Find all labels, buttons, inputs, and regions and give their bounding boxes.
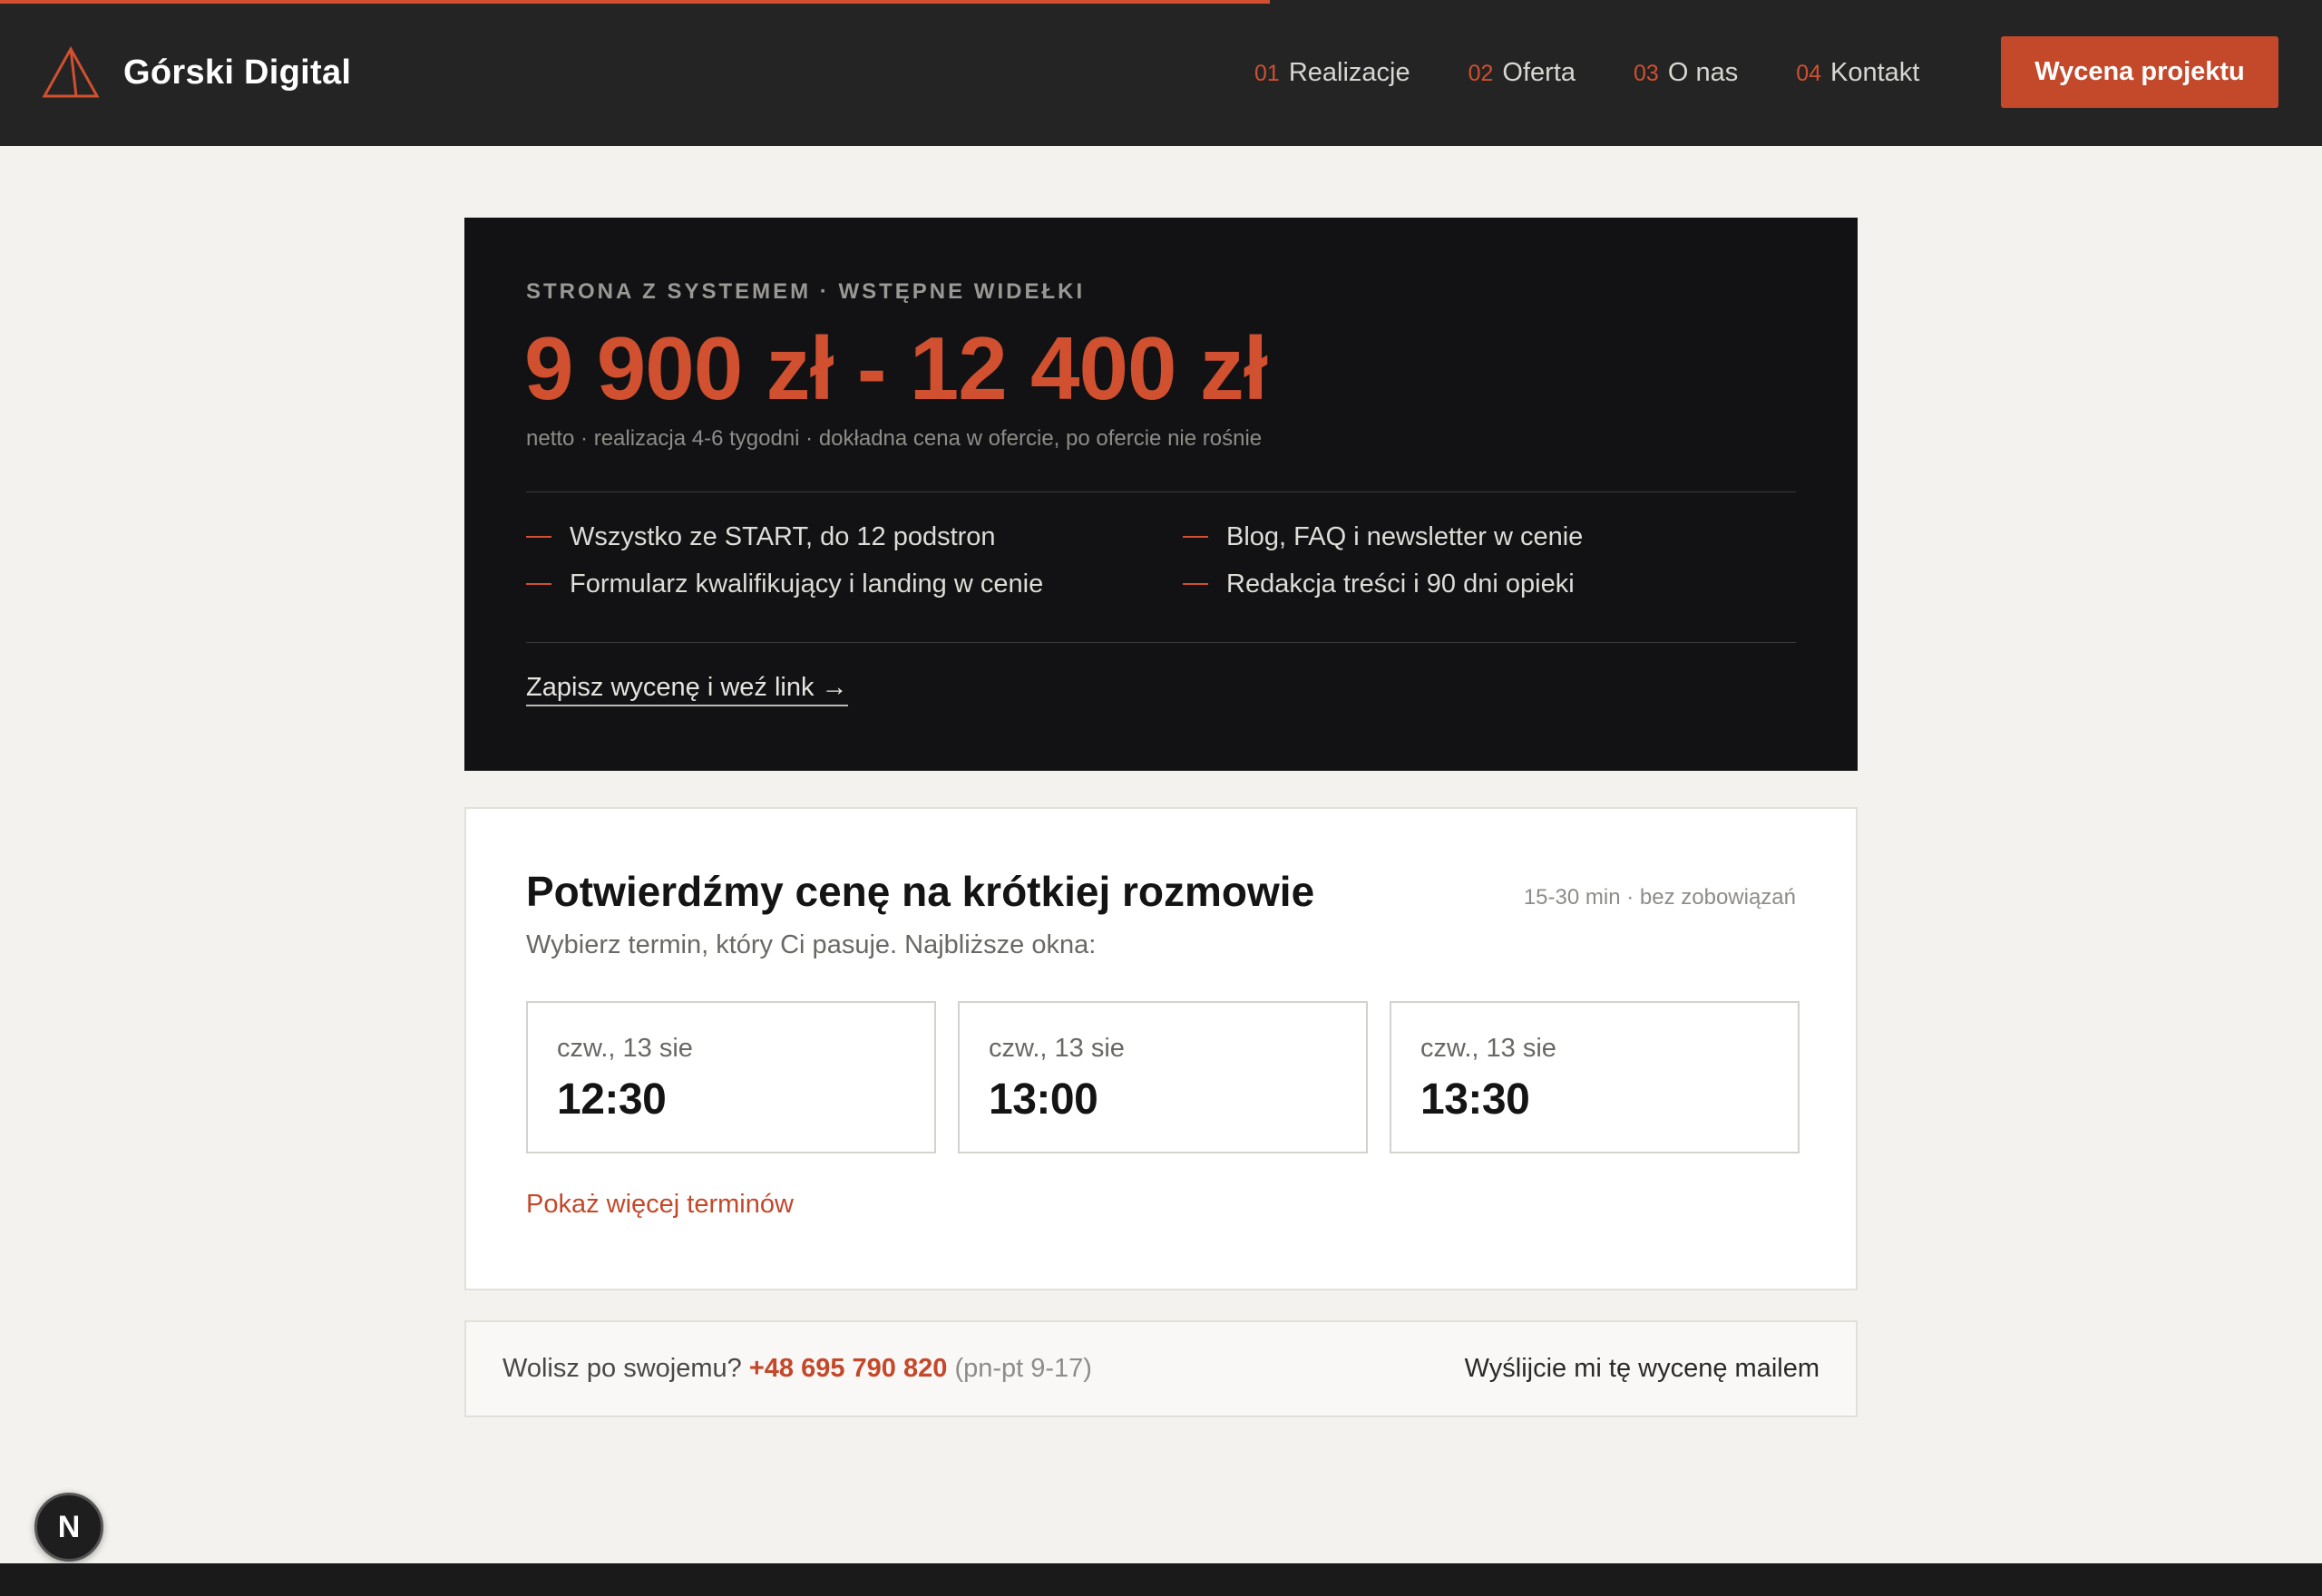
slot-day: czw., 13 sie [1420,1034,1556,1063]
nav-item-label: Kontakt [1830,57,1920,87]
top-navigation-bar: Górski Digital 01 Realizacje 02 Oferta 0… [0,0,2322,146]
nav-item-o-nas[interactable]: 03 O nas [1634,58,1738,88]
time-slot[interactable]: czw., 13 sie 12:30 [526,1001,936,1153]
price-estimate-card: STRONA Z SYSTEMEM · WSTĘPNE WIDEŁKI 9 90… [464,218,1858,771]
slot-day: czw., 13 sie [557,1034,693,1063]
footer-strip [0,1563,2322,1596]
divider [526,642,1796,643]
quote-project-button[interactable]: Wycena projektu [2001,36,2278,108]
price-note: netto · realizacja 4-6 tygodni · dokładn… [526,426,1263,451]
feature-list: Wszystko ze START, do 12 podstron Blog, … [526,521,1796,600]
feature-item: Wszystko ze START, do 12 podstron [526,521,1183,553]
nav-item-oferta[interactable]: 02 Oferta [1468,58,1576,88]
nav-item-kontakt[interactable]: 04 Kontakt [1796,58,1919,88]
show-more-slots-link[interactable]: Pokaż więcej terminów [526,1190,794,1220]
scroll-progress-bar [0,0,1270,4]
nav-item-label: O nas [1667,57,1739,87]
contact-bar: Wolisz po swojemu? +48 695 790 820 (pn-p… [464,1320,1858,1417]
triangle-logo-icon [42,46,100,99]
slot-time: 13:00 [989,1075,1098,1124]
price-eyebrow: STRONA Z SYSTEMEM · WSTĘPNE WIDEŁKI [526,279,1086,304]
email-quote-link[interactable]: Wyślijcie mi tę wycenę mailem [1465,1354,1820,1384]
time-slot[interactable]: czw., 13 sie 13:00 [958,1001,1368,1153]
main-nav: 01 Realizacje 02 Oferta 03 O nas 04 Kont… [1254,51,1977,94]
nav-item-number: 01 [1254,60,1280,86]
nav-item-number: 03 [1634,60,1659,86]
dash-icon [526,583,551,585]
nav-item-label: Oferta [1502,57,1576,87]
dash-icon [1183,536,1208,538]
booking-subtitle: Wybierz termin, który Ci pasuje. Najbliż… [526,930,1097,959]
feature-label: Formularz kwalifikujący i landing w ceni… [570,569,1044,598]
contact-prefix: Wolisz po swojemu? [502,1354,742,1383]
booking-duration: 15-30 min · bez zobowiązań [1523,885,1796,910]
feature-label: Wszystko ze START, do 12 podstron [570,521,996,551]
feature-item: Redakcja treści i 90 dni opieki [1183,568,1796,600]
feature-label: Blog, FAQ i newsletter w cenie [1226,521,1584,551]
booking-title: Potwierdźmy cenę na krótkiej rozmowie [526,868,1315,915]
feature-item: Blog, FAQ i newsletter w cenie [1183,521,1796,553]
booking-card: Potwierdźmy cenę na krótkiej rozmowie 15… [464,807,1858,1290]
slot-time: 13:30 [1420,1075,1530,1124]
nav-item-number: 02 [1468,60,1494,86]
contact-info: Wolisz po swojemu? +48 695 790 820 (pn-p… [502,1354,1092,1384]
slot-day: czw., 13 sie [989,1034,1125,1063]
nav-item-label: Realizacje [1288,57,1410,87]
divider [526,491,1796,492]
brand-name: Górski Digital [123,53,352,92]
dev-tools-badge[interactable]: N [34,1493,103,1562]
dash-icon [1183,583,1208,585]
nav-item-realizacje[interactable]: 01 Realizacje [1254,58,1410,88]
nav-item-number: 04 [1796,60,1822,86]
feature-item: Formularz kwalifikujący i landing w ceni… [526,568,1183,600]
dash-icon [526,536,551,538]
save-quote-link[interactable]: Zapisz wycenę i weź link → [526,673,848,706]
contact-hours: (pn-pt 9-17) [954,1354,1092,1383]
time-slot[interactable]: czw., 13 sie 13:30 [1390,1001,1800,1153]
slot-time: 12:30 [557,1075,667,1124]
price-range: 9 900 zł - 12 400 zł [524,318,1268,418]
feature-label: Redakcja treści i 90 dni opieki [1226,569,1575,598]
time-slot-list: czw., 13 sie 12:30 czw., 13 sie 13:00 cz… [526,1001,1800,1153]
phone-link[interactable]: +48 695 790 820 [749,1354,948,1383]
brand-logo-link[interactable]: Górski Digital [42,44,351,102]
